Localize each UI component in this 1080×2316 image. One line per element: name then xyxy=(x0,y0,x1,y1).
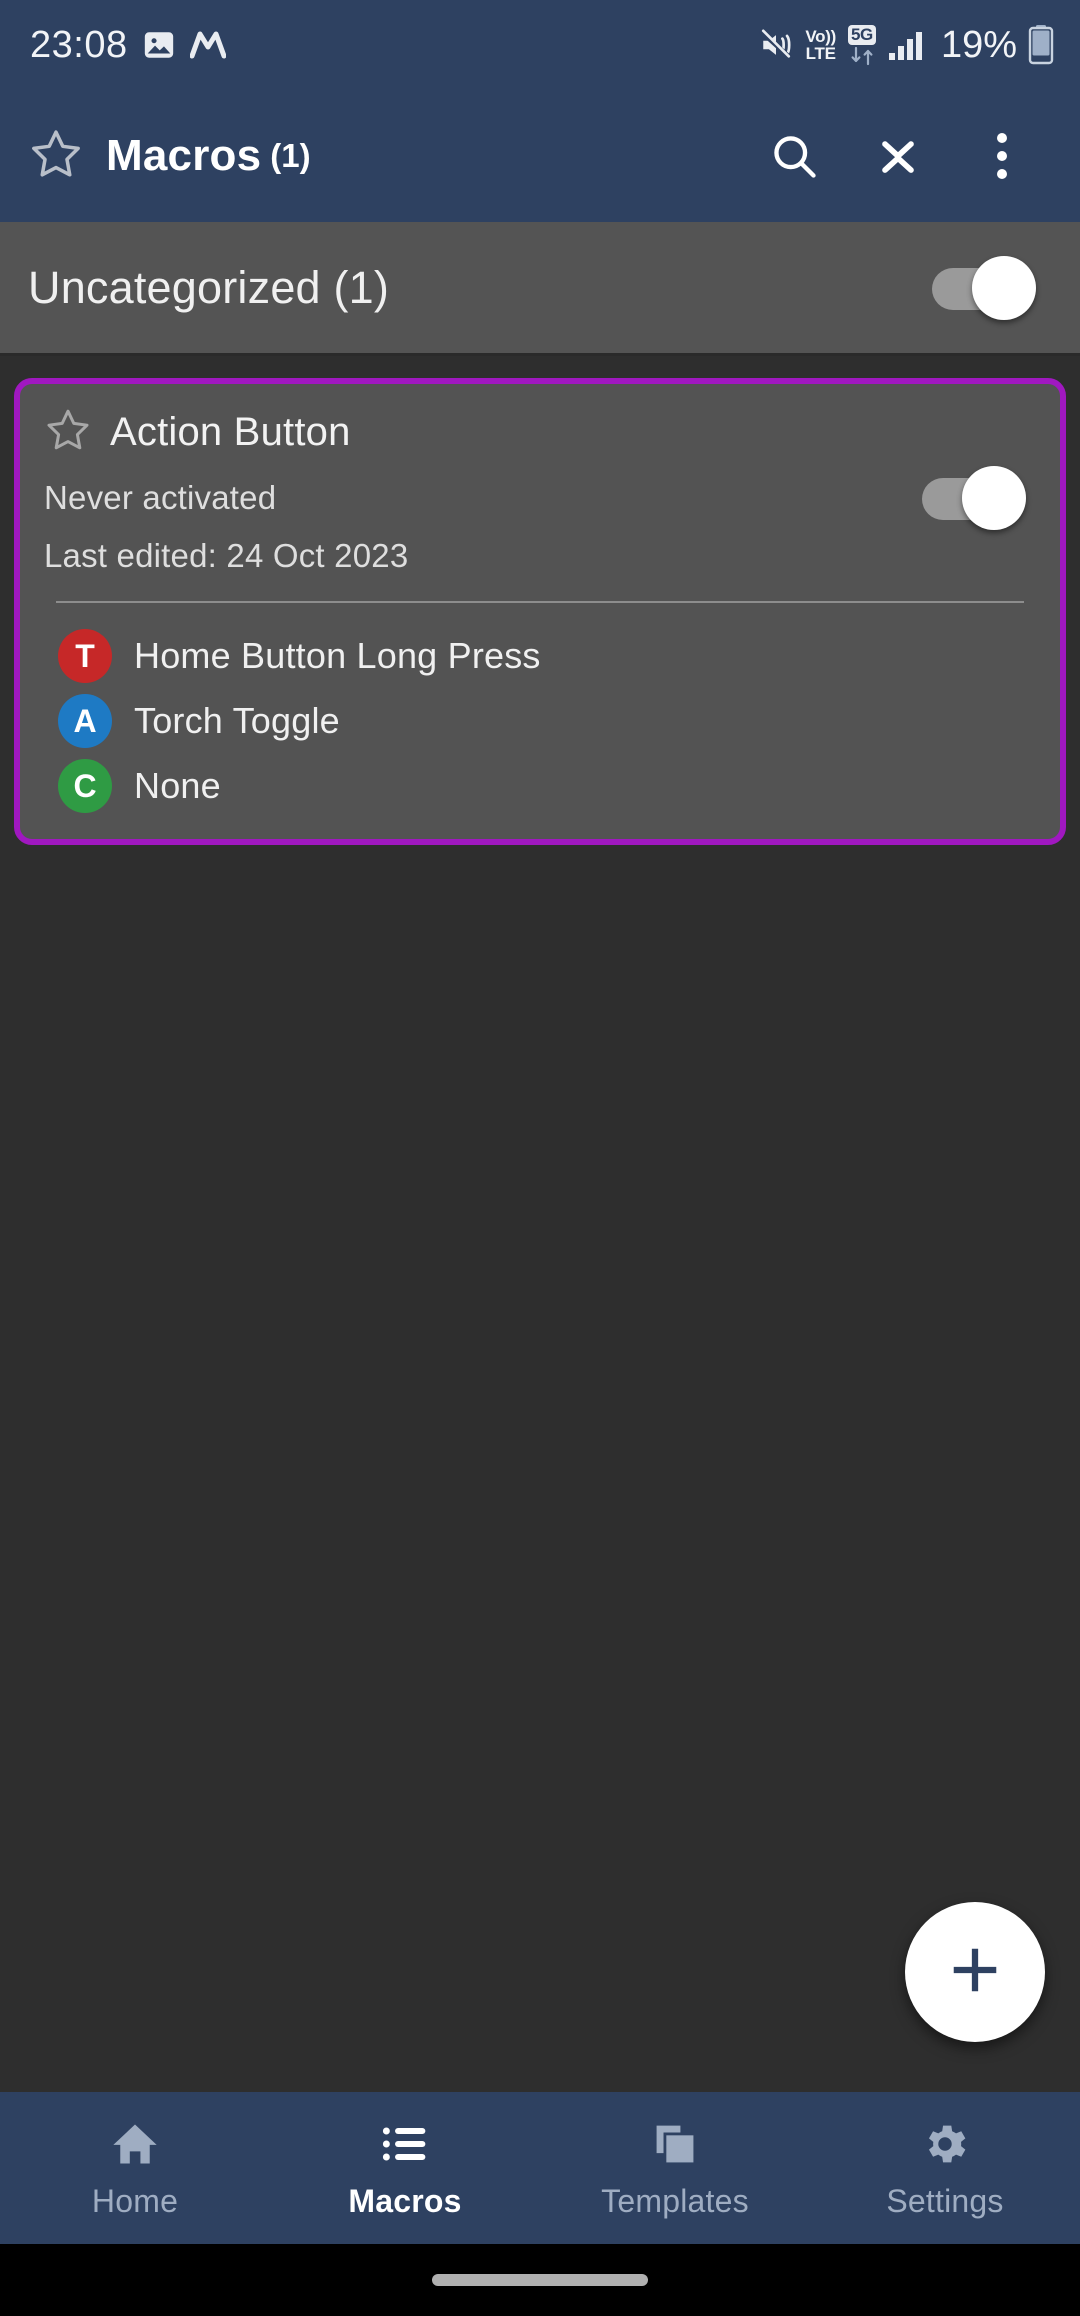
category-header-uncategorized[interactable]: Uncategorized (1) xyxy=(0,222,1080,356)
constraint-badge: C xyxy=(58,759,112,813)
home-icon xyxy=(109,2117,161,2171)
app-toolbar: Macros (1) xyxy=(0,90,1080,222)
nav-label-home: Home xyxy=(91,2182,179,2219)
copy-icon xyxy=(649,2117,701,2171)
nav-label-templates: Templates xyxy=(601,2182,749,2219)
nav-item-home[interactable]: Home xyxy=(0,2092,270,2244)
signal-bars-icon xyxy=(888,29,926,61)
macro-last-edited: Last edited: 24 Oct 2023 xyxy=(44,537,409,574)
toolbar-actions xyxy=(742,104,1054,208)
plus-icon xyxy=(946,1941,1004,2004)
battery-percent-label: 19% xyxy=(940,23,1017,66)
nav-item-macros[interactable]: Macros xyxy=(270,2092,540,2244)
star-outline-icon[interactable] xyxy=(28,126,84,187)
constraint-label: None xyxy=(134,765,221,806)
bottom-navigation: Home Macros Templates Settings xyxy=(0,2092,1080,2244)
action-label: Torch Toggle xyxy=(134,700,340,741)
page-title: Macros xyxy=(106,131,262,180)
gear-icon xyxy=(919,2117,971,2171)
trigger-badge: T xyxy=(58,629,112,683)
nav-item-templates[interactable]: Templates xyxy=(540,2092,810,2244)
macro-card-action-button[interactable]: Action Button Never activated Last edite… xyxy=(14,378,1066,845)
list-item[interactable]: A Torch Toggle xyxy=(58,694,1036,748)
macro-list: Action Button Never activated Last edite… xyxy=(0,356,1080,2092)
list-item[interactable]: C None xyxy=(58,759,1036,813)
macro-card-header: Action Button xyxy=(44,406,1036,459)
add-macro-fab[interactable] xyxy=(905,1902,1045,2042)
status-bar: 23:08 Vo)) LTE 5G 19% xyxy=(0,0,1080,90)
5g-data-icon: 5G xyxy=(847,24,877,66)
monzo-app-icon xyxy=(189,30,227,60)
volte-icon: Vo)) LTE xyxy=(805,26,836,63)
category-title: Uncategorized (1) xyxy=(28,261,390,313)
macro-summary-list: T Home Button Long Press A Torch Toggle … xyxy=(44,629,1036,813)
status-bar-right: Vo)) LTE 5G 19% xyxy=(758,24,1054,67)
macro-count-label: (1) xyxy=(270,137,311,174)
mute-icon xyxy=(758,28,794,62)
nav-item-settings[interactable]: Settings xyxy=(810,2092,1080,2244)
macro-activation-status: Never activated xyxy=(44,479,277,516)
image-icon xyxy=(142,28,176,62)
macro-enabled-toggle[interactable] xyxy=(922,466,1026,530)
nav-label-settings: Settings xyxy=(886,2182,1004,2219)
trigger-label: Home Button Long Press xyxy=(134,635,541,676)
toggle-thumb xyxy=(962,466,1026,530)
star-outline-icon[interactable] xyxy=(44,406,92,459)
more-vertical-icon[interactable] xyxy=(950,104,1054,208)
action-badge: A xyxy=(58,694,112,748)
system-gesture-bar xyxy=(0,2244,1080,2316)
nav-label-macros: Macros xyxy=(348,2182,462,2219)
phone-screen: 23:08 Vo)) LTE 5G 19% Macros (1) Uncateg… xyxy=(0,0,1080,2316)
status-bar-clock: 23:08 xyxy=(30,23,128,66)
search-icon[interactable] xyxy=(742,104,846,208)
gesture-pill[interactable] xyxy=(432,2274,648,2286)
macro-title: Action Button xyxy=(110,410,351,454)
category-enabled-toggle[interactable] xyxy=(932,255,1036,320)
battery-icon xyxy=(1028,25,1054,65)
collapse-all-icon[interactable] xyxy=(846,104,950,208)
status-bar-left: 23:08 xyxy=(30,23,227,67)
toggle-thumb xyxy=(972,255,1036,320)
list-icon xyxy=(379,2117,431,2171)
card-divider xyxy=(56,601,1024,603)
list-item[interactable]: T Home Button Long Press xyxy=(58,629,1036,683)
